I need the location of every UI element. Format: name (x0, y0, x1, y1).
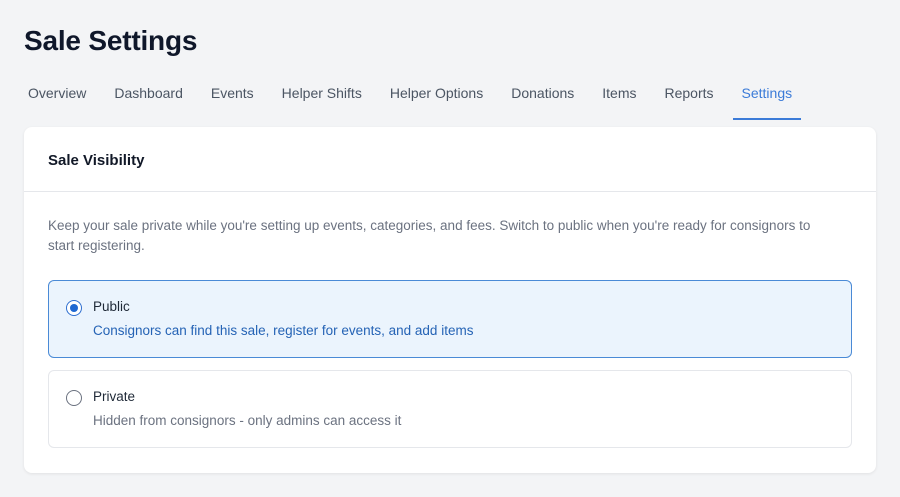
tab-dashboard[interactable]: Dashboard (100, 80, 197, 120)
tab-events[interactable]: Events (197, 80, 268, 120)
public-option-label: Public (93, 299, 130, 314)
tab-reports[interactable]: Reports (651, 80, 728, 120)
private-option-label: Private (93, 389, 136, 404)
public-option[interactable]: Public Consignors can find this sale, re… (48, 280, 852, 358)
tab-donations[interactable]: Donations (497, 80, 588, 120)
sale-visibility-card: Sale Visibility Keep your sale private w… (24, 127, 876, 473)
visibility-description: Keep your sale private while you're sett… (48, 218, 811, 253)
private-option-description: Hidden from consignors - only admins can… (93, 413, 402, 428)
private-option[interactable]: Private Hidden from consignors - only ad… (48, 370, 852, 448)
tab-helper-shifts[interactable]: Helper Shifts (268, 80, 376, 120)
sale-settings-page: Sale Settings Overview Dashboard Events … (0, 0, 900, 497)
card-header: Sale Visibility (24, 127, 876, 192)
tab-items[interactable]: Items (588, 80, 650, 120)
page-title: Sale Settings (24, 25, 198, 56)
public-option-description: Consignors can find this sale, register … (93, 323, 474, 338)
tab-settings[interactable]: Settings (728, 80, 807, 120)
tab-helper-options[interactable]: Helper Options (376, 80, 497, 120)
card-title: Sale Visibility (48, 152, 145, 169)
public-radio-button[interactable] (66, 300, 82, 316)
settings-tab-bar: Overview Dashboard Events Helper Shifts … (14, 80, 806, 120)
tab-overview[interactable]: Overview (14, 80, 100, 120)
card-body: Keep your sale private while you're sett… (24, 192, 876, 448)
private-radio-button[interactable] (66, 390, 82, 406)
